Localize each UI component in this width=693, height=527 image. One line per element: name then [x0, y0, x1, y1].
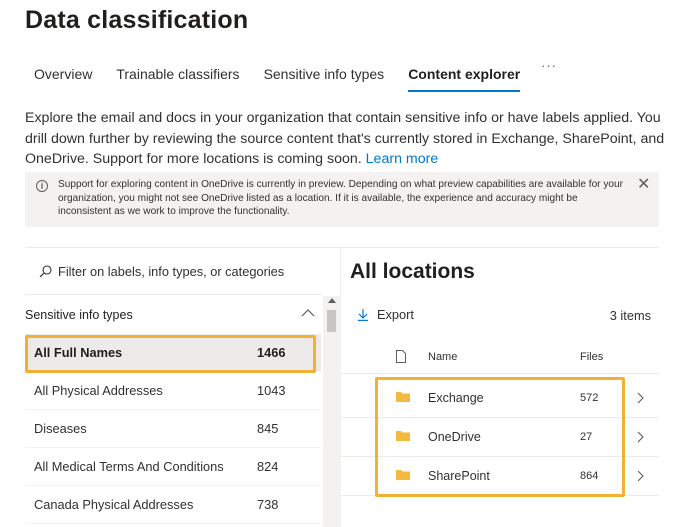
list-item[interactable]: Canada Physical Addresses 738 [25, 486, 321, 524]
location-files: 864 [580, 470, 599, 482]
item-count: 845 [257, 421, 279, 436]
sensitive-info-list: All Full Names 1466 All Physical Address… [25, 334, 321, 524]
item-name: Diseases [34, 421, 87, 436]
locations-list: Exchange 572 OneDrive 27 SharePoint 864 [341, 379, 659, 496]
locations-panel: All locations Export 3 items Name Files … [341, 247, 659, 527]
page-description: Explore the email and docs in your organ… [25, 108, 665, 170]
folder-icon [396, 431, 410, 441]
item-count: 824 [257, 459, 279, 474]
item-name: All Physical Addresses [34, 383, 163, 398]
description-text: Explore the email and docs in your organ… [25, 110, 665, 167]
list-item[interactable]: All Medical Terms And Conditions 824 [25, 448, 321, 486]
tab-overview[interactable]: Overview [34, 64, 92, 94]
item-count: 738 [257, 497, 279, 512]
tab-bar: Overview Trainable classifiers Sensitive… [34, 64, 544, 94]
banner-text: Support for exploring content in OneDriv… [58, 179, 623, 217]
locations-title: All locations [350, 260, 475, 283]
export-button[interactable]: Export [357, 307, 414, 322]
preview-info-banner: i Support for exploring content in OneDr… [25, 172, 659, 227]
column-header-name[interactable]: Name [428, 351, 457, 363]
scroll-thumb[interactable] [327, 310, 336, 332]
table-row[interactable]: Exchange 572 [341, 379, 659, 418]
download-icon [358, 309, 368, 321]
table-row[interactable]: OneDrive 27 [341, 418, 659, 457]
chevron-up-icon[interactable] [301, 308, 315, 318]
table-header: Name Files [341, 340, 659, 374]
location-files: 572 [580, 392, 599, 404]
document-icon [396, 350, 406, 363]
tab-trainable-classifiers[interactable]: Trainable classifiers [116, 64, 239, 94]
item-count: 1043 [257, 383, 286, 398]
page-title: Data classification [25, 6, 249, 34]
filter-placeholder: Filter on labels, info types, or categor… [58, 264, 285, 279]
tab-content-explorer[interactable]: Content explorer [408, 64, 521, 94]
table-row[interactable]: SharePoint 864 [341, 457, 659, 496]
sensitive-info-panel: Filter on labels, info types, or categor… [25, 247, 341, 527]
chevron-right-icon[interactable] [637, 470, 645, 482]
more-tabs-button[interactable]: ··· [541, 58, 557, 73]
location-name: OneDrive [428, 430, 481, 444]
folder-icon [396, 470, 410, 480]
filter-input[interactable]: Filter on labels, info types, or categor… [39, 264, 284, 279]
scroll-up-arrow[interactable] [328, 298, 336, 303]
item-count: 1466 [257, 345, 286, 360]
folder-icon [396, 392, 410, 402]
scrollbar[interactable] [323, 296, 341, 527]
item-name: Canada Physical Addresses [34, 497, 194, 512]
search-icon [39, 265, 52, 278]
chevron-right-icon[interactable] [637, 392, 645, 404]
list-item[interactable]: Diseases 845 [25, 410, 321, 448]
items-count: 3 items [609, 308, 651, 323]
export-label: Export [377, 307, 414, 322]
close-icon[interactable]: ✕ [637, 177, 650, 193]
location-name: Exchange [428, 391, 484, 405]
divider [25, 294, 321, 295]
list-item[interactable]: All Physical Addresses 1043 [25, 372, 321, 410]
column-header-files[interactable]: Files [580, 351, 603, 363]
item-name: All Medical Terms And Conditions [34, 459, 224, 474]
learn-more-link[interactable]: Learn more [366, 151, 439, 167]
location-files: 27 [580, 431, 593, 443]
section-header-sensitive-info-types: Sensitive info types [25, 308, 133, 322]
location-name: SharePoint [428, 469, 490, 483]
tab-sensitive-info-types[interactable]: Sensitive info types [264, 64, 385, 94]
chevron-right-icon[interactable] [637, 431, 645, 443]
item-name: All Full Names [34, 345, 123, 360]
list-item[interactable]: All Full Names 1466 [25, 334, 321, 372]
info-icon: i [36, 180, 48, 192]
